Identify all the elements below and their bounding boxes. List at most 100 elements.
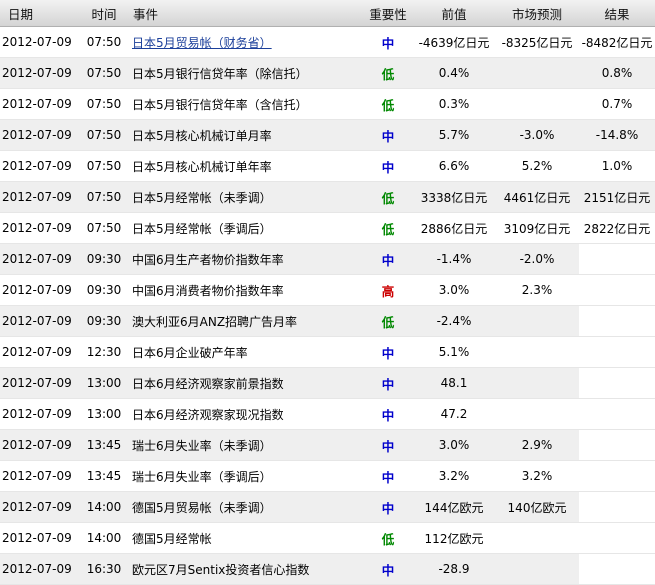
forecast-cell: 2.9% (495, 429, 579, 461)
previous-cell: 3.0% (413, 274, 495, 306)
event-cell: 德国5月贸易帐（未季调） (130, 491, 363, 523)
column-header-event: 事件 (130, 0, 363, 27)
forecast-cell (495, 88, 579, 120)
event-cell: 日本5月核心机械订单年率 (130, 150, 363, 182)
date-cell: 2012-07-09 (0, 522, 78, 554)
date-cell: 2012-07-09 (0, 274, 78, 306)
importance-cell: 低 (363, 305, 413, 337)
table-row: 2012-07-09 09:30 澳大利亚6月ANZ招聘广告月率低 -2.4% (0, 305, 655, 337)
time-cell: 09:30 (78, 305, 130, 337)
event-cell: 瑞士6月失业率（季调后） (130, 460, 363, 492)
date-cell: 2012-07-09 (0, 398, 78, 430)
actual-cell (579, 274, 655, 306)
actual-cell (579, 367, 655, 399)
time-cell: 07:50 (78, 212, 130, 244)
actual-cell: 0.8% (579, 57, 655, 89)
event-link[interactable]: 日本5月贸易帐（财务省） (132, 36, 272, 50)
event-cell: 日本5月核心机械订单月率 (130, 119, 363, 151)
forecast-cell: -3.0% (495, 119, 579, 151)
forecast-cell: 5.2% (495, 150, 579, 182)
actual-cell (579, 491, 655, 523)
event-cell: 日本5月银行信贷年率（除信托） (130, 57, 363, 89)
date-cell: 2012-07-09 (0, 57, 78, 89)
importance-cell: 中 (363, 553, 413, 585)
forecast-cell: 2.3% (495, 274, 579, 306)
forecast-cell (495, 336, 579, 368)
previous-cell: -1.4% (413, 243, 495, 275)
time-cell: 09:30 (78, 243, 130, 275)
table-row: 2012-07-09 16:30 欧元区7月Sentix投资者信心指数中 -28.9 (0, 553, 655, 585)
forecast-cell (495, 305, 579, 337)
date-cell: 2012-07-09 (0, 336, 78, 368)
forecast-cell: 3.2% (495, 460, 579, 492)
time-cell: 16:30 (78, 553, 130, 585)
table-row: 2012-07-09 07:50 日本5月核心机械订单月率中 5.7% -3.0% -14… (0, 119, 655, 151)
date-cell: 2012-07-09 (0, 88, 78, 120)
actual-cell (579, 553, 655, 585)
forecast-cell (495, 367, 579, 399)
forecast-cell: 4461亿日元 (495, 181, 579, 213)
date-cell: 2012-07-09 (0, 367, 78, 399)
time-cell: 07:50 (78, 88, 130, 120)
time-cell: 09:30 (78, 274, 130, 306)
table-row: 2012-07-09 12:30 日本6月企业破产年率中 5.1% (0, 336, 655, 368)
actual-cell: 2151亿日元 (579, 181, 655, 213)
previous-cell: 3.0% (413, 429, 495, 461)
table-row: 2012-07-09 14:00 德国5月经常帐低 112亿欧元 (0, 522, 655, 554)
date-cell: 2012-07-09 (0, 460, 78, 492)
actual-cell: -8482亿日元 (579, 26, 655, 58)
previous-cell: -2.4% (413, 305, 495, 337)
table-header-row: 日期 时间 事件 重要性 前值 市场预测 结果 (0, 0, 655, 27)
importance-cell: 中 (363, 243, 413, 275)
previous-cell: 144亿欧元 (413, 491, 495, 523)
time-cell: 07:50 (78, 150, 130, 182)
column-header-time: 时间 (78, 0, 130, 27)
date-cell: 2012-07-09 (0, 212, 78, 244)
importance-cell: 中 (363, 398, 413, 430)
importance-cell: 低 (363, 522, 413, 554)
event-cell: 日本5月经常帐（未季调） (130, 181, 363, 213)
actual-cell: 1.0% (579, 150, 655, 182)
previous-cell: 0.4% (413, 57, 495, 89)
table-row: 2012-07-09 13:45 瑞士6月失业率（未季调）中 3.0% 2.9% (0, 429, 655, 461)
date-cell: 2012-07-09 (0, 119, 78, 151)
date-cell: 2012-07-09 (0, 429, 78, 461)
forecast-cell: -2.0% (495, 243, 579, 275)
table-body: 2012-07-09 07:50 日本5月贸易帐（财务省）中 -4639亿日元 -832… (0, 26, 655, 585)
previous-cell: 5.1% (413, 336, 495, 368)
time-cell: 07:50 (78, 181, 130, 213)
date-cell: 2012-07-09 (0, 181, 78, 213)
table-row: 2012-07-09 09:30 中国6月消费者物价指数年率高 3.0% 2.3% (0, 274, 655, 306)
event-cell: 日本6月经济观察家前景指数 (130, 367, 363, 399)
date-cell: 2012-07-09 (0, 553, 78, 585)
importance-cell: 低 (363, 212, 413, 244)
time-cell: 14:00 (78, 522, 130, 554)
event-cell: 欧元区7月Sentix投资者信心指数 (130, 553, 363, 585)
actual-cell (579, 305, 655, 337)
previous-cell: 2886亿日元 (413, 212, 495, 244)
column-header-actual: 结果 (579, 0, 655, 27)
table-row: 2012-07-09 13:00 日本6月经济观察家前景指数中 48.1 (0, 367, 655, 399)
forecast-cell (495, 553, 579, 585)
forecast-cell: -8325亿日元 (495, 26, 579, 58)
table-row: 2012-07-09 07:50 日本5月贸易帐（财务省） 中 -4639亿日元 -832… (0, 26, 655, 58)
importance-cell: 低 (363, 57, 413, 89)
actual-cell: -14.8% (579, 119, 655, 151)
table-row: 2012-07-09 07:50 日本5月经常帐（季调后）低 2886亿日元 3109亿… (0, 212, 655, 244)
table-row: 2012-07-09 07:50 日本5月核心机械订单年率中 6.6% 5.2% 1.0% (0, 150, 655, 182)
time-cell: 07:50 (78, 57, 130, 89)
actual-cell (579, 522, 655, 554)
time-cell: 13:45 (78, 460, 130, 492)
importance-cell: 中 (363, 119, 413, 151)
importance-cell: 高 (363, 274, 413, 306)
importance-cell: 低 (363, 181, 413, 213)
previous-cell: 47.2 (413, 398, 495, 430)
previous-cell: 112亿欧元 (413, 522, 495, 554)
event-cell: 澳大利亚6月ANZ招聘广告月率 (130, 305, 363, 337)
column-header-importance: 重要性 (363, 0, 413, 27)
importance-cell: 中 (363, 491, 413, 523)
importance-cell: 中 (363, 367, 413, 399)
time-cell: 07:50 (78, 26, 130, 58)
event-cell: 德国5月经常帐 (130, 522, 363, 554)
forecast-cell: 140亿欧元 (495, 491, 579, 523)
